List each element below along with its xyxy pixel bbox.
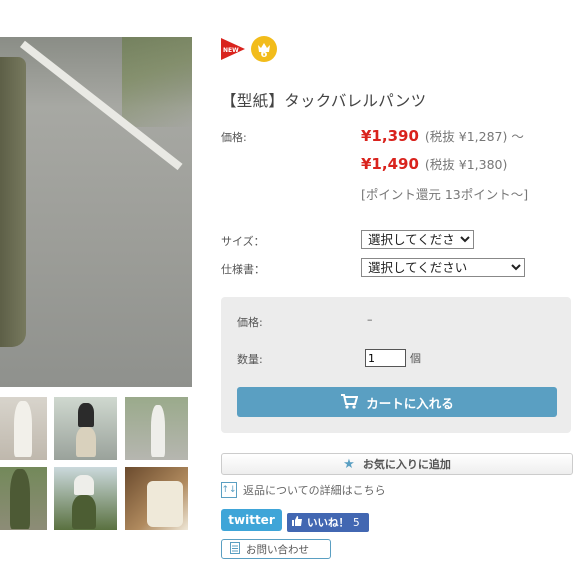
size-select[interactable]: 選択してください [361, 230, 474, 249]
spec-label: 仕様書： [221, 263, 265, 276]
quantity-unit: 個 [410, 352, 421, 365]
contact-button[interactable]: お問い合わせ [221, 539, 331, 559]
thumbnail-6[interactable] [125, 467, 188, 530]
star-icon: ★ [343, 456, 355, 472]
spec-select[interactable]: 選択してください [361, 258, 525, 277]
quantity-label: 数量: [237, 353, 263, 366]
cart-price-label: 価格: [237, 316, 263, 329]
contact-label: お問い合わせ [246, 543, 309, 556]
thumbnail-2[interactable] [54, 397, 117, 460]
price-2: ¥1,490 [361, 155, 419, 173]
price-1: ¥1,390 [361, 127, 419, 145]
thumbnail-4[interactable] [0, 467, 47, 530]
document-icon [230, 541, 240, 557]
price-label: 価格: [221, 131, 247, 144]
add-to-cart-button[interactable]: カートに入れる [237, 387, 557, 417]
like-label: いいね！ [307, 517, 349, 529]
thumbnail-3[interactable] [125, 397, 188, 460]
add-favorite-label: お気に入りに追加 [362, 458, 451, 471]
returns-link[interactable]: ↑↓ 返品についての詳細はこちら [221, 482, 386, 498]
thumbnail-1[interactable] [0, 397, 47, 460]
price-1-detail: (税抜 ¥1,287) ～ [424, 129, 524, 144]
cart-icon [340, 393, 359, 412]
price-row-2: ¥1,490 (税抜 ¥1,380) [361, 154, 507, 173]
add-favorite-button[interactable]: ★ お気に入りに追加 [221, 453, 573, 475]
add-to-cart-label: カートに入れる [366, 395, 454, 411]
returns-label: 返品についての詳細はこちら [243, 484, 386, 497]
quantity-input[interactable] [365, 349, 406, 367]
size-label: サイズ： [221, 235, 265, 248]
price-2-detail: (税抜 ¥1,380) [424, 157, 508, 172]
thumbs-up-icon [291, 515, 303, 530]
return-icon: ↑↓ [221, 482, 237, 498]
product-title: 【型紙】タックバレルパンツ [221, 92, 427, 110]
points-text: [ポイント還元 13ポイント～] [361, 187, 529, 202]
facebook-like-button[interactable]: いいね！ 5 [287, 513, 369, 532]
cart-price-value: – [367, 313, 373, 326]
twitter-button[interactable]: twitter [221, 509, 282, 531]
like-count: 5 [353, 516, 360, 529]
new-badge-icon: NEW [221, 38, 245, 60]
price-row-1: ¥1,390 (税抜 ¥1,287) ～ [361, 126, 524, 145]
main-product-image [0, 37, 192, 387]
svg-text:NEW: NEW [223, 47, 239, 54]
crown-icon: 6 [251, 36, 277, 62]
rank-number: 6 [260, 49, 268, 60]
thumbnail-5[interactable] [54, 467, 117, 530]
